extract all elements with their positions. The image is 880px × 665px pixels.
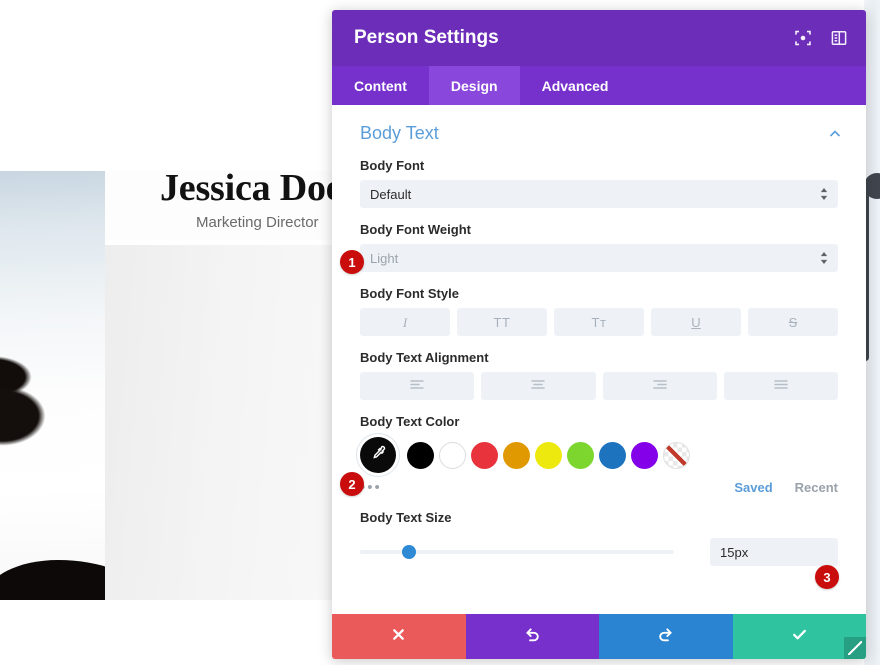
field-body-text-alignment: Body Text Alignment — [332, 336, 866, 400]
swatch-blue[interactable] — [599, 441, 626, 469]
annotation-badge-3: 3 — [815, 565, 839, 589]
body-text-alignment-label: Body Text Alignment — [360, 350, 489, 365]
modal-tabs: Content Design Advanced — [332, 66, 866, 105]
field-body-text-size: Body Text Size — [332, 496, 866, 525]
spinner-arrows-icon — [820, 188, 828, 201]
eyedropper-button[interactable] — [360, 437, 396, 473]
modal-header-icons — [794, 29, 848, 47]
modal-title: Person Settings — [354, 27, 499, 48]
body-text-size-label: Body Text Size — [360, 510, 452, 525]
field-body-font-style: Body Font Style I TT Tт U S — [332, 272, 866, 336]
color-swatch-row — [360, 436, 838, 474]
person-photo — [0, 171, 105, 600]
tab-design[interactable]: Design — [428, 66, 520, 105]
body-font-weight-label: Body Font Weight — [360, 222, 471, 237]
strikethrough-button[interactable]: S — [748, 308, 838, 336]
tab-advanced[interactable]: Advanced — [520, 66, 631, 105]
small-caps-button[interactable]: Tт — [554, 308, 644, 336]
underline-button[interactable]: U — [651, 308, 741, 336]
swatch-black[interactable] — [407, 441, 434, 469]
layout-panel-icon[interactable] — [830, 29, 848, 47]
align-right-button[interactable] — [602, 372, 717, 400]
modal-body: Body Text Body Font Default Body Font We… — [332, 105, 866, 614]
strikethrough-glyph: S — [788, 314, 798, 330]
body-font-weight-select[interactable]: Light — [360, 244, 838, 272]
slider-knob[interactable] — [401, 545, 416, 559]
field-body-font: Body Font Default — [332, 144, 866, 208]
swatch-white[interactable] — [439, 441, 466, 469]
align-left-icon — [409, 377, 425, 395]
person-settings-modal: Person Settings Content Design Advanced … — [332, 10, 866, 659]
align-justify-button[interactable] — [723, 372, 838, 400]
cancel-button[interactable] — [332, 614, 466, 659]
redo-icon — [657, 626, 674, 648]
recent-colors-tab[interactable]: Recent — [795, 480, 838, 495]
resize-handle[interactable] — [844, 637, 866, 659]
italic-button[interactable]: I — [360, 308, 450, 336]
annotation-badge-2: 2 — [340, 472, 364, 496]
body-font-style-label: Body Font Style — [360, 286, 459, 301]
fullscreen-icon[interactable] — [794, 29, 812, 47]
modal-footer — [332, 614, 866, 659]
eyedropper-icon — [370, 444, 387, 466]
body-text-color-label: Body Text Color — [360, 414, 460, 429]
body-font-style-buttons: I TT Tт U S — [360, 308, 838, 336]
swatch-transparent[interactable] — [663, 441, 690, 469]
saved-colors-tab[interactable]: Saved — [734, 480, 772, 495]
swatch-green[interactable] — [567, 441, 594, 469]
redo-button[interactable] — [599, 614, 733, 659]
align-center-icon — [530, 377, 546, 395]
swatch-yellow[interactable] — [535, 441, 562, 469]
align-left-button[interactable] — [360, 372, 475, 400]
body-text-size-row: 15px — [332, 532, 866, 566]
body-font-select[interactable]: Default — [360, 180, 838, 208]
tab-content[interactable]: Content — [332, 66, 429, 105]
body-font-label: Body Font — [360, 158, 425, 173]
annotation-badge-1: 1 — [340, 250, 364, 274]
field-body-text-color: Body Text Color ••• Saved Recent — [332, 400, 866, 496]
align-right-icon — [652, 377, 668, 395]
chevron-up-icon[interactable] — [828, 127, 842, 141]
body-font-weight-value: Light — [370, 250, 399, 266]
body-text-size-slider[interactable] — [360, 545, 674, 559]
align-justify-icon — [773, 377, 789, 395]
uppercase-glyph: TT — [493, 314, 511, 330]
body-text-size-input[interactable]: 15px — [710, 538, 838, 566]
check-icon — [791, 626, 808, 648]
color-footer: ••• Saved Recent — [360, 474, 838, 496]
undo-button[interactable] — [465, 614, 599, 659]
section-title: Body Text — [360, 123, 439, 143]
swatch-purple[interactable] — [631, 441, 658, 469]
modal-header: Person Settings — [332, 10, 866, 66]
underline-glyph: U — [691, 314, 701, 330]
italic-glyph: I — [402, 314, 408, 330]
body-text-section-header[interactable]: Body Text — [332, 105, 866, 144]
align-center-button[interactable] — [481, 372, 596, 400]
field-body-font-weight: Body Font Weight Light — [332, 208, 866, 272]
person-name: Jessica Doe — [160, 167, 343, 209]
undo-icon — [524, 626, 541, 648]
person-role: Marketing Director — [196, 214, 319, 231]
swatch-orange[interactable] — [503, 441, 530, 469]
small-caps-glyph: Tт — [591, 314, 607, 330]
photo-silhouette — [0, 560, 105, 600]
swatch-red[interactable] — [471, 441, 498, 469]
spinner-arrows-icon — [820, 252, 828, 265]
close-icon — [391, 627, 406, 647]
body-font-value: Default — [370, 186, 412, 202]
body-text-alignment-buttons — [360, 372, 838, 400]
uppercase-button[interactable]: TT — [457, 308, 547, 336]
